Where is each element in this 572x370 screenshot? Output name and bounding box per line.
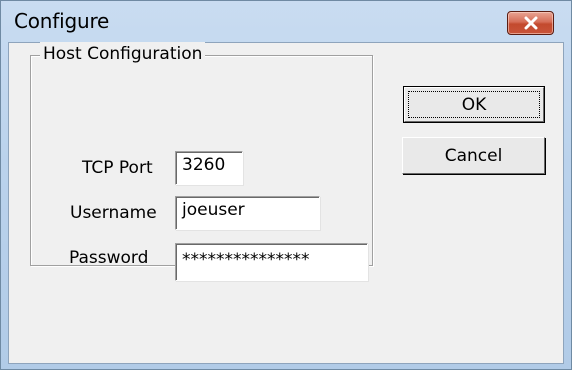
window-title: Configure [14,9,110,33]
close-icon [523,16,539,30]
group-label: Host Configuration [40,42,206,66]
username-input[interactable]: joeuser [175,196,320,230]
cancel-button-label: Cancel [444,145,503,166]
password-label: Password [69,248,149,268]
title-bar[interactable]: Configure [1,1,571,41]
cancel-button[interactable]: Cancel [402,137,545,174]
password-input[interactable]: *************** [175,243,368,281]
focus-rectangle [408,91,540,118]
ok-button[interactable]: OK [403,86,545,123]
tcp-port-label: TCP Port [82,158,153,178]
username-label: Username [70,203,157,223]
close-button[interactable] [507,11,554,35]
tcp-port-input[interactable]: 3260 [175,151,243,185]
